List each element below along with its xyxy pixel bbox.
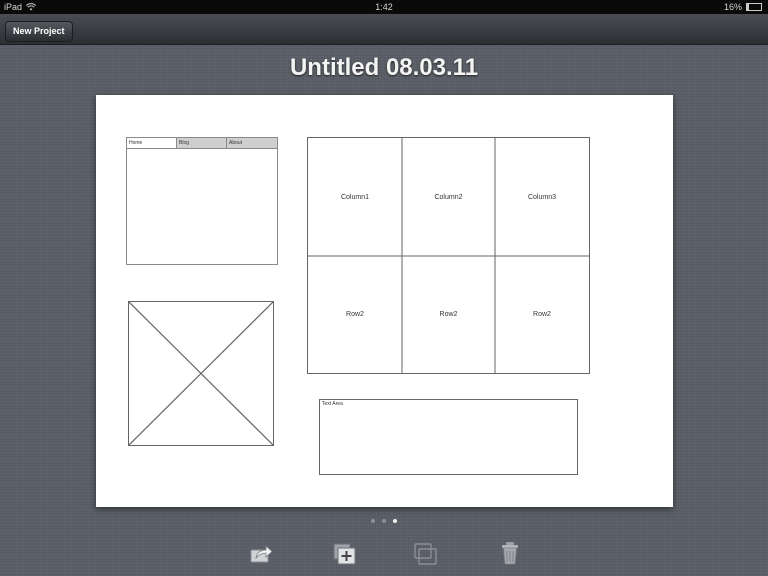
duplicate-icon: [414, 543, 437, 565]
battery-icon: [746, 3, 762, 11]
table-body-cell: Row2: [439, 311, 458, 318]
image-placeholder-cross: [129, 302, 273, 445]
share-button[interactable]: [248, 540, 274, 566]
status-bar: iPad 1:42 16%: [0, 0, 768, 14]
project-title[interactable]: Untitled 08.03.11: [0, 54, 768, 82]
widget-tab-blog: Blog: [177, 138, 227, 149]
page-dot[interactable]: [382, 519, 386, 523]
wireframe-canvas[interactable]: Home Blog About Column1 Column2 Column3 …: [96, 95, 673, 507]
page-dot[interactable]: [393, 519, 397, 523]
battery-percent: 16%: [723, 2, 742, 12]
add-page-button[interactable]: [332, 540, 358, 566]
navigation-bar: New Project: [0, 14, 768, 45]
widget-tab-about: About: [227, 138, 277, 149]
table-widget[interactable]: Column1 Column2 Column3 Row2 Row2 Row2: [307, 137, 590, 374]
table-header-cell: Column3: [527, 193, 556, 201]
page-indicator[interactable]: [0, 519, 768, 523]
table-body-cell: Row2: [346, 311, 364, 318]
add-page-icon: [333, 543, 356, 565]
new-project-button[interactable]: New Project: [5, 21, 73, 42]
text-area-label: Text Area: [322, 401, 343, 407]
tab-bar-widget[interactable]: Home Blog About: [126, 137, 278, 265]
image-placeholder-widget[interactable]: [128, 301, 274, 446]
widget-tab-home: Home: [127, 138, 177, 149]
table-body-cell: Row2: [533, 311, 551, 318]
duplicate-button[interactable]: [413, 540, 439, 566]
delete-button[interactable]: [497, 540, 523, 566]
clock: 1:42: [375, 2, 393, 12]
share-icon: [250, 545, 273, 563]
trash-icon: [502, 542, 518, 565]
battery-fill: [747, 4, 750, 10]
table-header-cell: Column2: [434, 193, 463, 201]
text-area-widget[interactable]: Text Area: [319, 399, 578, 475]
page-dot[interactable]: [371, 519, 375, 523]
bottom-toolbar: [0, 538, 768, 576]
table-header-cell: Column1: [340, 193, 369, 201]
